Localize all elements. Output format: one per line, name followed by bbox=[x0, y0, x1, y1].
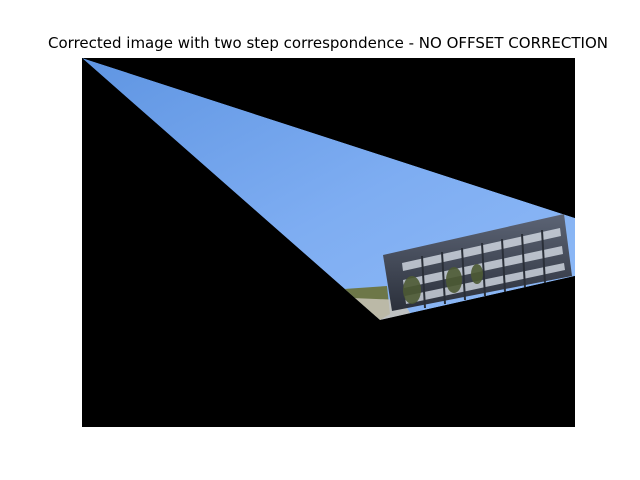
matplotlib-figure: Corrected image with two step correspond… bbox=[0, 0, 640, 480]
warped-image-axes bbox=[82, 58, 575, 427]
plot-title: Corrected image with two step correspond… bbox=[48, 34, 608, 52]
